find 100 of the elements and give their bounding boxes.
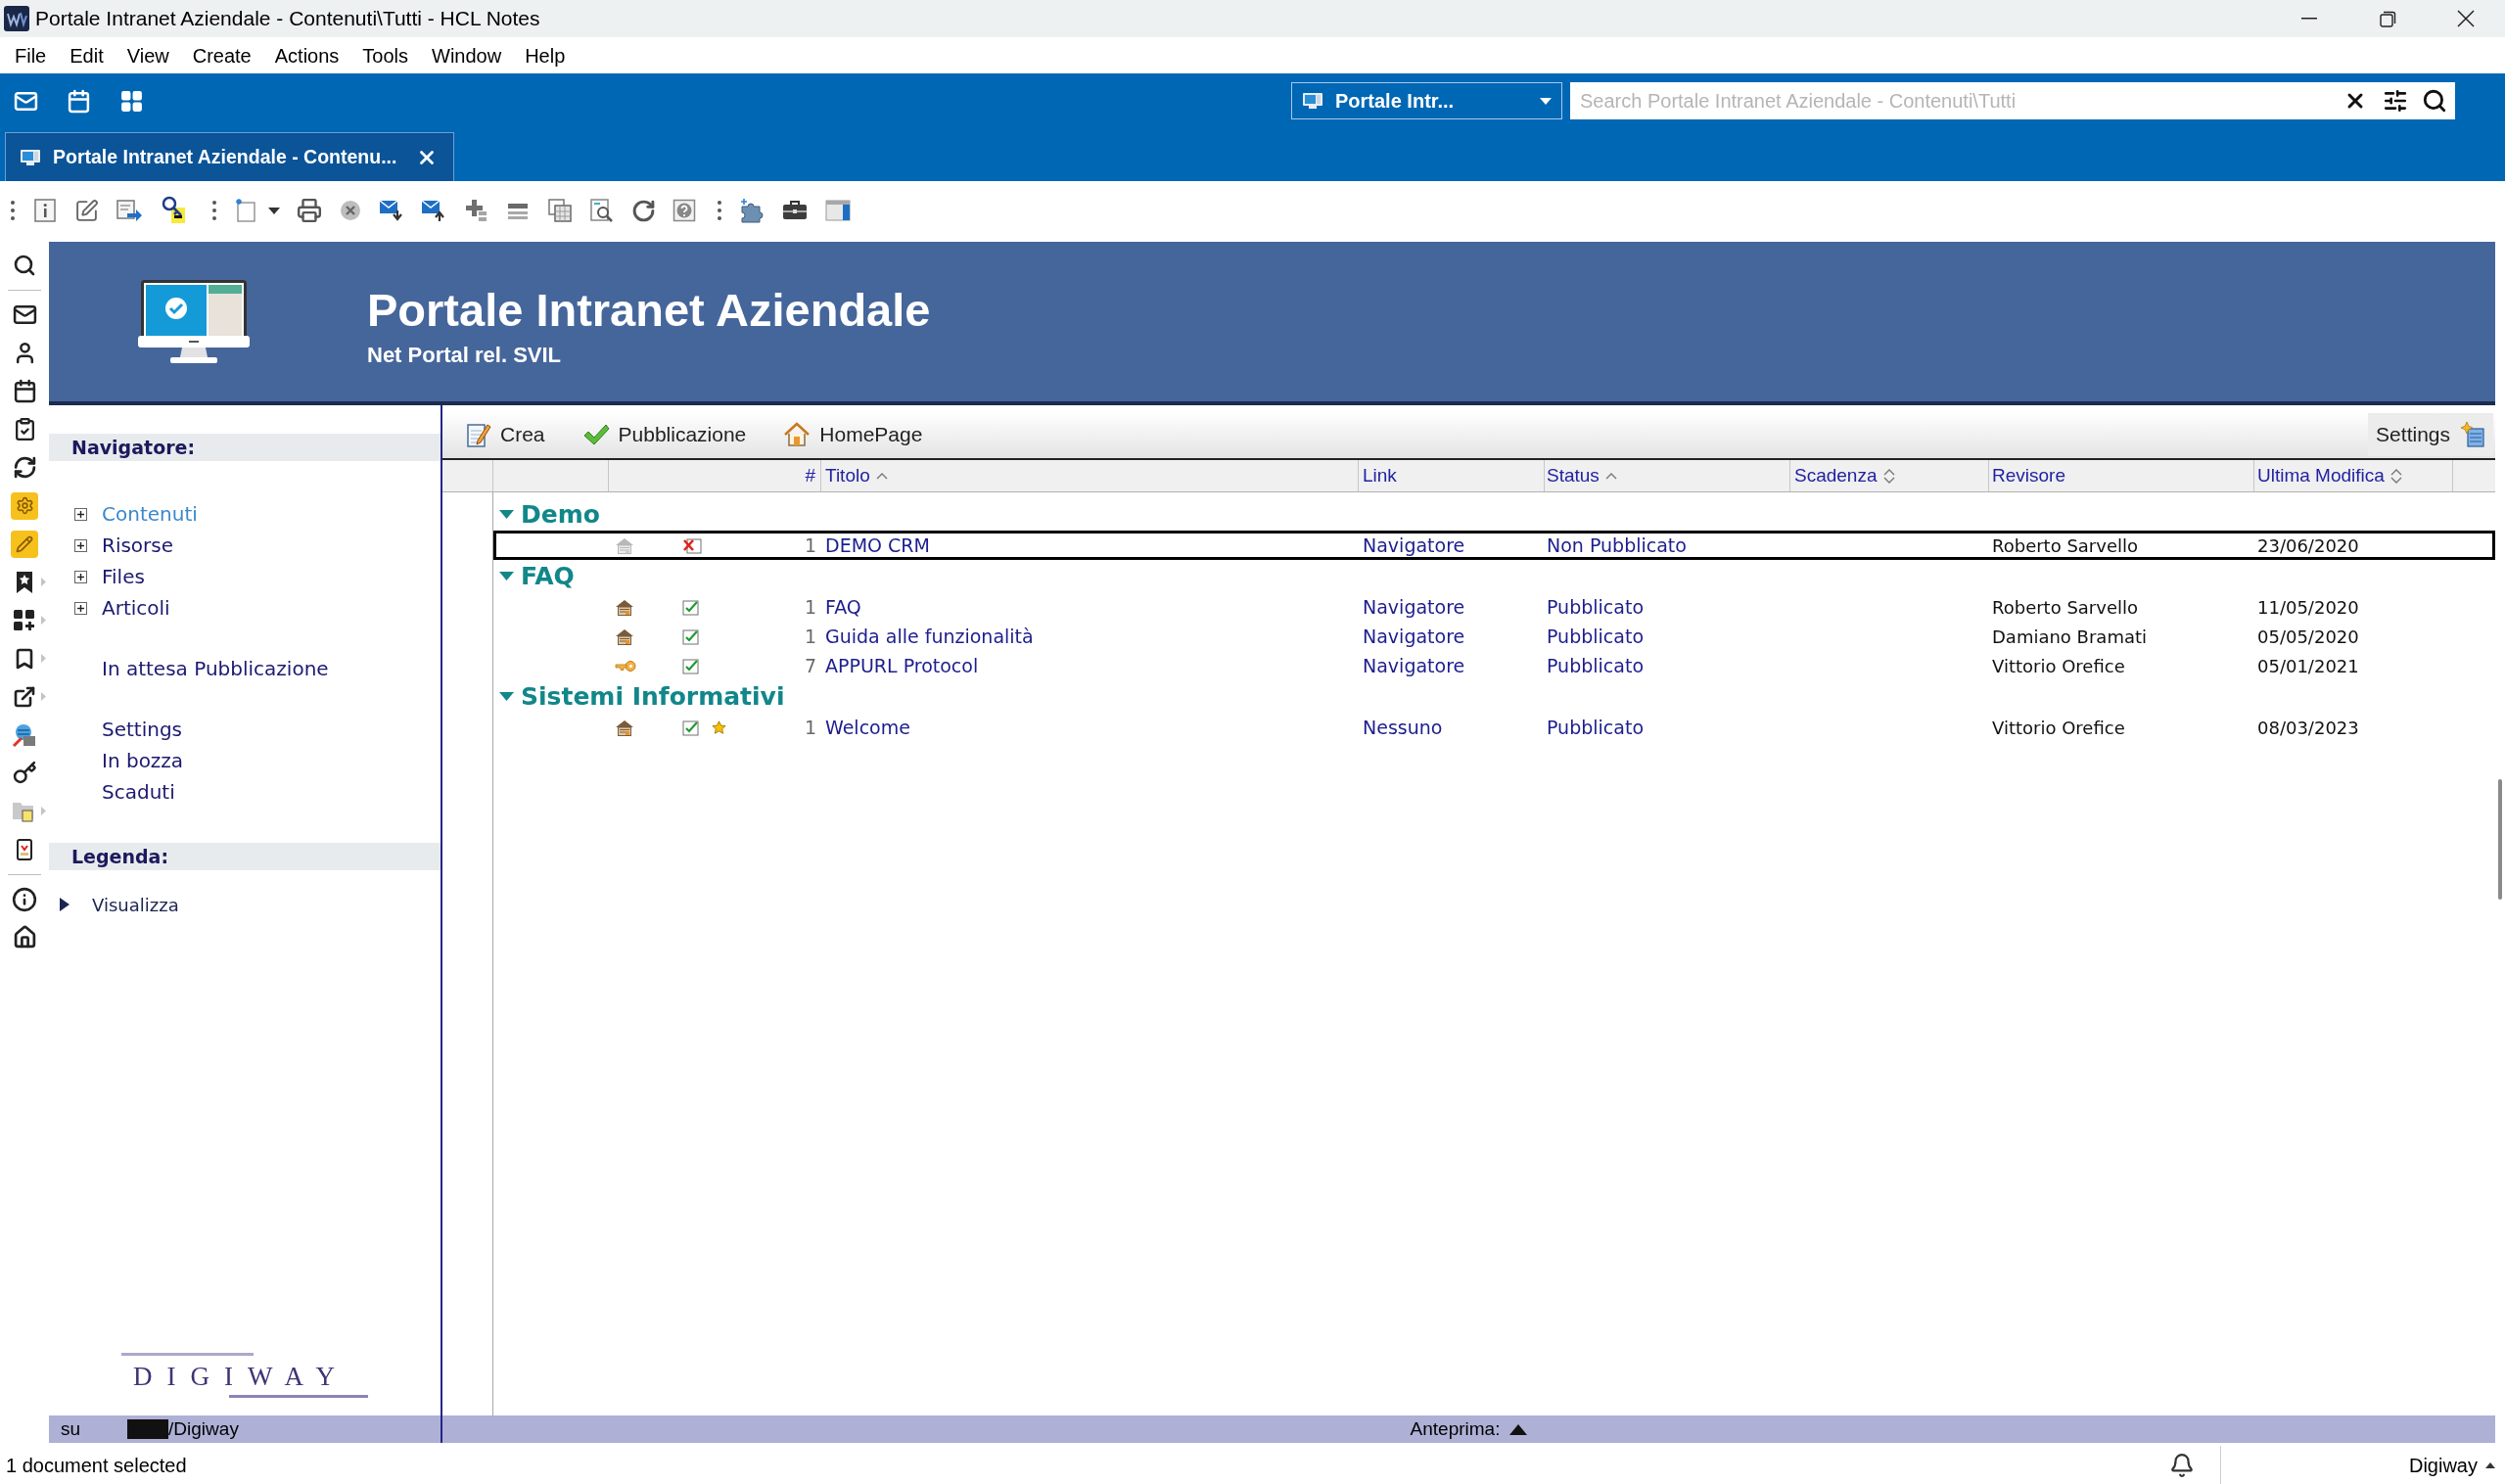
expand-box-icon[interactable] — [74, 507, 87, 521]
print-icon[interactable] — [297, 198, 322, 223]
puzzle-icon[interactable] — [739, 198, 765, 223]
navigator-item[interactable]: Contenuti — [102, 499, 198, 529]
category-label[interactable]: Sistemi Informativi — [521, 681, 785, 712]
account-button[interactable]: Digiway — [2408, 1450, 2495, 1480]
toolbar-grip-icon[interactable] — [211, 200, 217, 221]
document-arrow-icon[interactable] — [116, 198, 143, 223]
menu-item[interactable]: Actions — [262, 40, 351, 70]
table-row[interactable]: 1 Guida alle funzionalità Navigatore Pubblicato Damiano Bramati 05/05/2020 — [493, 622, 2495, 651]
tab[interactable]: Portale Intranet Aziendale - Contenu... — [5, 132, 455, 181]
search-icon[interactable] — [2422, 88, 2447, 114]
sync-icon[interactable] — [12, 455, 37, 480]
sort-ascending-icon[interactable] — [1604, 472, 1617, 480]
table-row[interactable]: 1 FAQ Navigatore Pubblicato Roberto Sarvello 11/05/2020 — [493, 592, 2495, 622]
category-label[interactable]: Demo — [521, 499, 600, 530]
sort-toggle-icon[interactable] — [2389, 467, 2402, 485]
navigator-item[interactable]: Risorse — [102, 531, 174, 560]
preview-icon[interactable] — [589, 198, 615, 223]
title-cell[interactable]: Welcome — [825, 716, 910, 738]
edit-icon[interactable] — [74, 198, 99, 223]
column-header[interactable]: # — [609, 460, 821, 491]
refresh-icon[interactable] — [631, 198, 656, 223]
search-icon[interactable] — [13, 253, 36, 277]
book-icon[interactable] — [15, 837, 34, 861]
scrollbar-thumb[interactable] — [2498, 779, 2502, 900]
expand-box-icon[interactable] — [74, 601, 87, 615]
grid-plus-icon[interactable] — [13, 608, 36, 632]
collapse-triangle-icon[interactable] — [499, 569, 514, 583]
action-button[interactable]: Crea — [466, 419, 545, 450]
title-cell[interactable]: Guida alle funzionalità — [825, 625, 1034, 647]
sort-toggle-icon[interactable] — [1882, 467, 1895, 485]
info-icon[interactable] — [12, 886, 37, 912]
gear-icon[interactable] — [11, 491, 38, 520]
expand-box-icon[interactable] — [74, 570, 87, 583]
category-label[interactable]: FAQ — [521, 561, 575, 591]
toolbox-icon[interactable] — [781, 199, 809, 222]
calendar-icon[interactable] — [12, 379, 37, 403]
bell-icon[interactable] — [2169, 1452, 2195, 1478]
key-highlight-icon[interactable] — [160, 196, 187, 225]
toolbar-grip-icon[interactable] — [10, 200, 16, 221]
home-icon[interactable] — [12, 925, 37, 950]
column-header[interactable]: Ultima Modifica — [2254, 460, 2453, 491]
menu-item[interactable]: View — [115, 40, 181, 70]
menu-item[interactable]: Window — [420, 40, 514, 70]
mail-upload-icon[interactable] — [421, 198, 446, 223]
external-link-icon[interactable] — [13, 684, 36, 709]
navigator-item[interactable]: Settings — [102, 715, 183, 744]
navigator-item[interactable]: Files — [102, 562, 145, 591]
column-header[interactable]: Link — [1359, 460, 1545, 491]
bookmark-star-icon[interactable] — [15, 570, 34, 594]
expand-triangle-icon[interactable] — [59, 898, 70, 911]
navigator-item[interactable]: Articoli — [102, 593, 170, 623]
sort-ascending-icon[interactable] — [875, 472, 888, 480]
table-row[interactable]: 7 APPURL Protocol Navigatore Pubblicato Vittorio Orefice 05/01/2021 — [493, 651, 2495, 680]
menu-item[interactable]: Tools — [350, 40, 421, 70]
menu-item[interactable]: File — [3, 40, 59, 70]
table-row[interactable]: 1 DEMO CRM Navigatore Non Pubblicato Roberto Sarvello 23/06/2020 — [493, 531, 2495, 560]
expand-preview-icon[interactable] — [1509, 1423, 1528, 1435]
copy-icon[interactable] — [547, 198, 573, 223]
table-row[interactable]: 1 Welcome Nessuno Pubblicato Vittorio Orefice 08/03/2023 — [493, 713, 2495, 742]
navigator-item[interactable]: In bozza — [102, 746, 184, 775]
title-cell[interactable]: DEMO CRM — [825, 533, 930, 556]
help-icon[interactable] — [673, 199, 696, 222]
expand-box-icon[interactable] — [74, 538, 87, 552]
column-header[interactable]: Revisore — [1989, 460, 2254, 491]
key-icon[interactable] — [12, 761, 37, 785]
toolbar-grip-icon[interactable] — [717, 200, 722, 221]
column-header[interactable]: Titolo — [821, 460, 1359, 491]
navigator-item[interactable]: Scaduti — [102, 777, 175, 807]
column-header[interactable]: Scadenza — [1790, 460, 1989, 491]
filter-icon[interactable] — [2383, 88, 2408, 114]
search-input[interactable]: Search Portale Intranet Aziendale - Contenuti\Tutti — [1580, 86, 2343, 116]
action-button[interactable]: HomePage — [783, 419, 923, 450]
checkmark-icon — [581, 423, 610, 446]
panel-layout-icon[interactable] — [825, 199, 851, 222]
database-switcher[interactable]: Portale Intr... — [1291, 82, 1562, 119]
settings-button[interactable]: Settings — [2368, 413, 2493, 456]
title-cell[interactable]: FAQ — [825, 595, 861, 618]
menu-item[interactable]: Edit — [58, 40, 116, 70]
search-field[interactable]: Search Portale Intranet Aziendale - Contenuti\Tutti — [1570, 82, 2455, 119]
legend-item[interactable]: Visualizza — [92, 891, 179, 918]
mail-download-icon[interactable] — [379, 198, 404, 223]
cancel-icon[interactable] — [339, 199, 362, 222]
navigator-item[interactable]: In attesa Pubblicazione — [102, 654, 329, 683]
tools-icon[interactable] — [12, 721, 37, 748]
menu-item[interactable]: Help — [513, 40, 578, 70]
info-icon[interactable] — [32, 198, 58, 223]
action-button[interactable]: Pubblicazione — [581, 419, 747, 450]
collapse-triangle-icon[interactable] — [499, 507, 514, 522]
menu-item[interactable]: Create — [180, 40, 263, 70]
title-cell[interactable]: APPURL Protocol — [825, 654, 979, 676]
mail-icon[interactable] — [12, 302, 37, 327]
apps-icon[interactable] — [119, 88, 144, 114]
column-header[interactable]: Status — [1545, 460, 1790, 491]
caret-down-icon[interactable] — [268, 207, 280, 214]
new-document-icon[interactable] — [234, 198, 257, 223]
collapse-triangle-icon[interactable] — [499, 689, 514, 704]
pencil-icon[interactable] — [11, 530, 38, 558]
add-icon[interactable] — [463, 198, 488, 223]
